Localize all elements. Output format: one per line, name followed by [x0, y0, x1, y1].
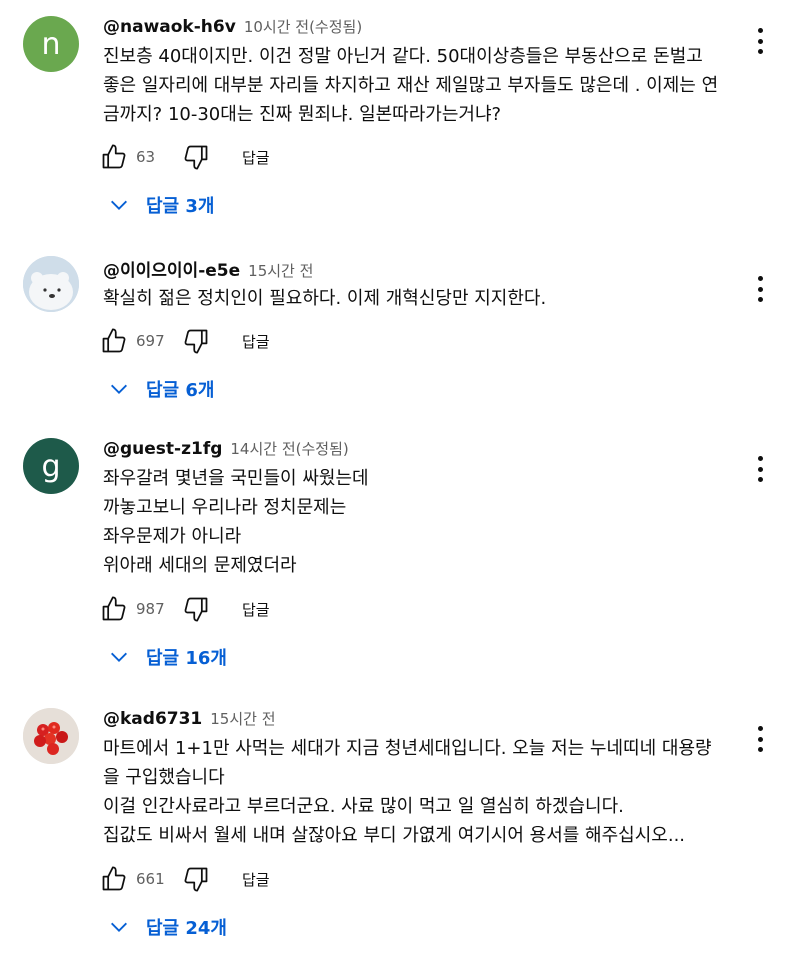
- avatar[interactable]: [23, 708, 79, 764]
- comment-line: 좌우갈려 몇년을 국민들이 싸웠는데: [103, 468, 369, 489]
- reply-button[interactable]: 답글: [242, 331, 270, 352]
- timestamp[interactable]: 15시간 전: [248, 260, 313, 281]
- thumbs-down-icon: [184, 597, 208, 622]
- thumbs-up-icon: [102, 328, 126, 353]
- comment-line: 이걸 인간사료라고 부르더군요. 사료 많이 먹고 일 열심히 하겠습니다.: [103, 796, 624, 817]
- comment-text: 진보층 40대이지만. 이건 정말 아닌거 같다. 50대이상층들은 부동산으로…: [103, 42, 743, 129]
- dislike-button[interactable]: [182, 865, 210, 893]
- avatar[interactable]: n: [23, 16, 79, 72]
- author-name[interactable]: @이이으이이-e5e: [103, 256, 240, 281]
- more-actions-icon[interactable]: [750, 274, 770, 304]
- reply-button[interactable]: 답글: [242, 599, 270, 620]
- view-replies-button[interactable]: 답글 16개: [108, 642, 227, 672]
- comment-line: 좋은 일자리에 대부분 자리들 차지하고 재산 제일많고 부자들도 많은데 . …: [103, 75, 719, 96]
- comment-line: 을 구입했습니다: [103, 767, 225, 788]
- comment-line: 마트에서 1+1만 사먹는 세대가 지금 청년세대입니다. 오늘 저는 누네띠네…: [103, 738, 712, 759]
- replies-label: 답글 24개: [146, 918, 227, 939]
- comment-text: 좌우갈려 몇년을 국민들이 싸웠는데 까놓고보니 우리나라 정치문제는 좌우문제…: [103, 464, 743, 580]
- comment-header: @nawaok-h6v 10시간 전(수정됨): [103, 16, 362, 42]
- comment-line: 좌우문제가 아니라: [103, 526, 242, 547]
- thumbs-down-icon: [184, 145, 208, 170]
- timestamp[interactable]: 14시간 전(수정됨): [230, 438, 348, 459]
- author-name[interactable]: @nawaok-h6v: [103, 17, 236, 37]
- view-replies-button[interactable]: 답글 6개: [108, 374, 214, 404]
- timestamp[interactable]: 15시간 전: [210, 708, 275, 729]
- replies-label: 답글 16개: [146, 648, 227, 669]
- thumbs-up-icon: [102, 866, 126, 891]
- like-button[interactable]: [100, 143, 128, 171]
- more-actions-icon[interactable]: [750, 724, 770, 754]
- like-button[interactable]: [100, 595, 128, 623]
- like-count: 63: [136, 148, 156, 166]
- view-replies-button[interactable]: 답글 24개: [108, 912, 227, 942]
- thumbs-up-icon: [102, 144, 126, 169]
- tomatoes-avatar-image: [23, 708, 79, 764]
- comment-actions: 661 답글: [100, 864, 270, 894]
- comment-line: 확실히 젊은 정치인이 필요하다. 이제 개혁신당만 지지한다.: [103, 288, 547, 309]
- dislike-button[interactable]: [182, 327, 210, 355]
- comment-line: 금까지? 10-30대는 진짜 뭔죄냐. 일본따라가는거냐?: [103, 104, 502, 125]
- more-actions-icon[interactable]: [750, 454, 770, 484]
- dislike-button[interactable]: [182, 595, 210, 623]
- chevron-down-icon: [111, 200, 127, 210]
- comment-actions: 697 답글: [100, 326, 270, 356]
- view-replies-button[interactable]: 답글 3개: [108, 190, 214, 220]
- chevron-down-icon: [111, 922, 127, 932]
- bear-avatar-image: [23, 256, 79, 312]
- comment-line: 까놓고보니 우리나라 정치문제는: [103, 497, 347, 518]
- reply-button[interactable]: 답글: [242, 869, 270, 890]
- comment-line: 진보층 40대이지만. 이건 정말 아닌거 같다. 50대이상층들은 부동산으로…: [103, 46, 703, 67]
- replies-label: 답글 6개: [146, 380, 215, 401]
- comment-header: @이이으이이-e5e 15시간 전: [103, 256, 313, 282]
- replies-label: 답글 3개: [146, 196, 215, 217]
- reply-button[interactable]: 답글: [242, 147, 270, 168]
- author-name[interactable]: @guest-z1fg: [103, 439, 222, 459]
- like-count: 697: [136, 332, 165, 350]
- comment-line: 위아래 세대의 문제였더라: [103, 555, 297, 576]
- like-count: 661: [136, 870, 165, 888]
- comment-actions: 987 답글: [100, 594, 270, 624]
- more-actions-icon[interactable]: [750, 26, 770, 56]
- comment-header: @guest-z1fg 14시간 전(수정됨): [103, 438, 349, 464]
- author-name[interactable]: @kad6731: [103, 709, 202, 729]
- chevron-down-icon: [111, 652, 127, 662]
- avatar[interactable]: g: [23, 438, 79, 494]
- comment-actions: 63 답글: [100, 142, 270, 172]
- avatar[interactable]: [23, 256, 79, 312]
- thumbs-down-icon: [184, 329, 208, 354]
- like-count: 987: [136, 600, 165, 618]
- comment-text: 마트에서 1+1만 사먹는 세대가 지금 청년세대입니다. 오늘 저는 누네띠네…: [103, 734, 743, 850]
- like-button[interactable]: [100, 327, 128, 355]
- thumbs-down-icon: [184, 867, 208, 892]
- comment-text: 확실히 젊은 정치인이 필요하다. 이제 개혁신당만 지지한다.: [103, 284, 743, 313]
- chevron-down-icon: [111, 384, 127, 394]
- dislike-button[interactable]: [182, 143, 210, 171]
- avatar-letter: g: [41, 448, 61, 484]
- timestamp[interactable]: 10시간 전(수정됨): [244, 16, 362, 37]
- avatar-letter: n: [41, 26, 61, 62]
- comment-line: 집값도 비싸서 월세 내며 살잖아요 부디 가엾게 여기시어 용서를 해주십시오…: [103, 825, 686, 846]
- thumbs-up-icon: [102, 596, 126, 621]
- comment-header: @kad6731 15시간 전: [103, 708, 276, 734]
- like-button[interactable]: [100, 865, 128, 893]
